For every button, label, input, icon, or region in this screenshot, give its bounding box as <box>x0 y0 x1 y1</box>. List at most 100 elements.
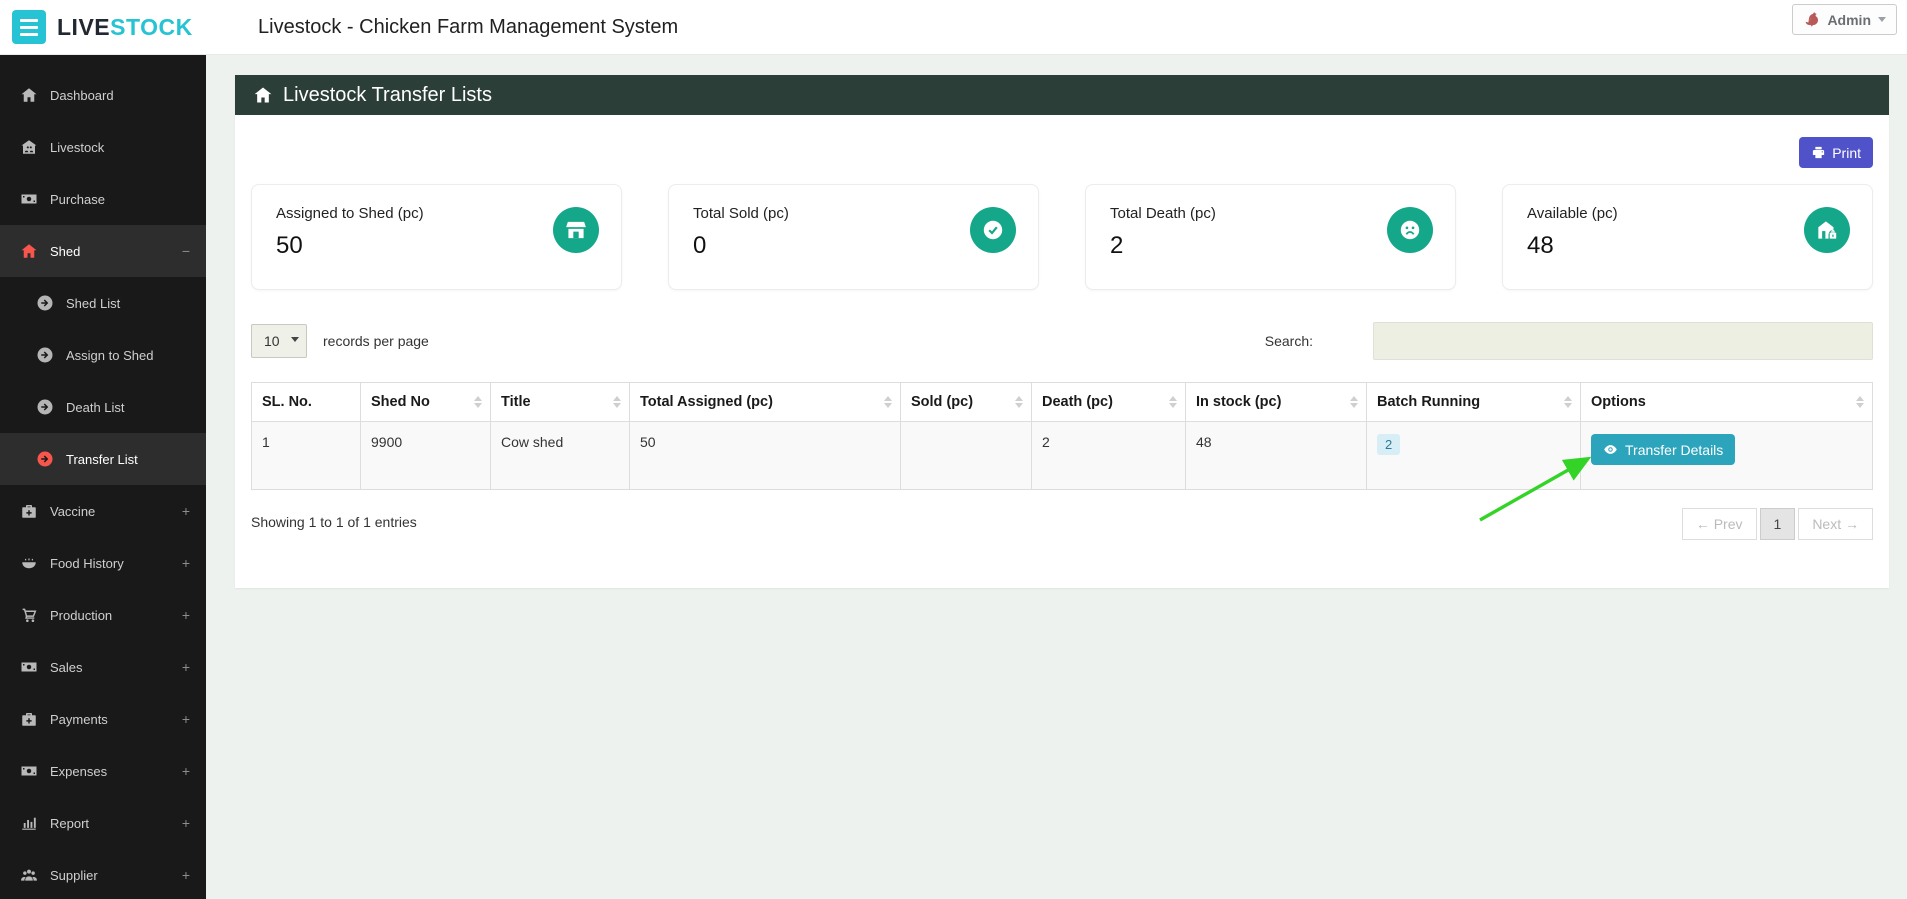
expand-icon: + <box>181 659 190 675</box>
sidebar-item-shed-list[interactable]: Shed List <box>0 277 206 329</box>
sidebar-item-expenses[interactable]: Expenses + <box>0 745 206 797</box>
banknote-icon <box>20 190 38 208</box>
page-1-button[interactable]: 1 <box>1759 508 1796 540</box>
column-header-options[interactable]: Options <box>1580 382 1873 422</box>
logo-live-text: LIVE <box>57 13 111 40</box>
column-label: Options <box>1591 394 1646 410</box>
column-header-batch-running[interactable]: Batch Running <box>1366 382 1581 422</box>
admin-name: Admin <box>1827 11 1871 28</box>
expand-icon: + <box>181 555 190 571</box>
column-label: Sold (pc) <box>911 394 974 410</box>
sidebar-item-livestock[interactable]: Livestock <box>0 121 206 173</box>
sidebar-item-supplier[interactable]: Supplier + <box>0 849 206 899</box>
column-label: Batch Running <box>1377 394 1481 410</box>
column-header-shed-no[interactable]: Shed No <box>360 382 491 422</box>
app-logo[interactable]: LIVESTOCK <box>57 14 193 41</box>
print-button[interactable]: Print <box>1799 137 1873 168</box>
cell-in-stock: 48 <box>1185 421 1367 490</box>
stat-label: Available (pc) <box>1527 205 1618 222</box>
sidebar-item-label: Shed List <box>66 295 121 311</box>
sidebar-item-label: Report <box>50 815 90 831</box>
sidebar-item-label: Supplier <box>50 867 98 883</box>
sidebar-item-purchase[interactable]: Purchase <box>0 173 206 225</box>
sidebar-item-food-history[interactable]: Food History + <box>0 537 206 589</box>
stat-label: Assigned to Shed (pc) <box>276 205 424 222</box>
transfer-table: SL. No. Shed No Title Total Assigned (pc… <box>251 382 1873 490</box>
sidebar-item-transfer-list[interactable]: Transfer List <box>0 433 206 485</box>
cell-title: Cow shed <box>490 421 630 490</box>
prev-page-button[interactable]: ← Prev <box>1681 508 1757 540</box>
stat-value: 0 <box>693 232 707 259</box>
panel-header: Livestock Transfer Lists <box>235 75 1889 115</box>
column-label: SL. No. <box>262 394 312 410</box>
column-header-title[interactable]: Title <box>490 382 630 422</box>
cell-sold <box>900 421 1032 490</box>
sidebar-item-label: Payments <box>50 711 108 727</box>
column-header-in-stock[interactable]: In stock (pc) <box>1185 382 1367 422</box>
stat-value: 50 <box>276 232 303 259</box>
cell-total-assigned: 50 <box>629 421 901 490</box>
table-controls: 10 records per page Search: <box>251 322 1873 360</box>
hamburger-menu-icon[interactable] <box>12 10 46 44</box>
sidebar-item-label: Purchase <box>50 191 105 207</box>
sidebar-item-report[interactable]: Report + <box>0 797 206 849</box>
check-circle-icon <box>970 207 1016 253</box>
eye-icon <box>1604 445 1617 454</box>
admin-dropdown[interactable]: Admin <box>1792 4 1897 35</box>
storefront-icon <box>553 207 599 253</box>
brand: LIVESTOCK <box>0 10 206 44</box>
sidebar-item-label: Vaccine <box>50 503 96 519</box>
banknote-icon <box>20 658 38 676</box>
bar-chart-icon <box>20 814 38 832</box>
sidebar-item-vaccine[interactable]: Vaccine + <box>0 485 206 537</box>
sidebar-item-label: Transfer List <box>66 451 138 467</box>
transfer-details-label: Transfer Details <box>1625 441 1724 458</box>
column-label: Shed No <box>371 394 430 410</box>
column-header-sold[interactable]: Sold (pc) <box>900 382 1032 422</box>
sidebar-item-label: Death List <box>66 399 125 415</box>
sidebar-item-assign-to-shed[interactable]: Assign to Shed <box>0 329 206 381</box>
sidebar-item-sales[interactable]: Sales + <box>0 641 206 693</box>
sort-icon <box>1856 396 1864 408</box>
collapse-icon: − <box>181 243 190 259</box>
sidebar-item-label: Livestock <box>50 139 105 155</box>
sidebar-item-production[interactable]: Production + <box>0 589 206 641</box>
sidebar-item-label: Food History <box>50 555 124 571</box>
column-header-total-assigned[interactable]: Total Assigned (pc) <box>629 382 901 422</box>
expand-icon: + <box>181 763 190 779</box>
stat-value: 48 <box>1527 232 1554 259</box>
medkit-icon <box>20 502 38 520</box>
stat-label: Total Sold (pc) <box>693 205 789 222</box>
frown-icon <box>1387 207 1433 253</box>
sidebar-item-dashboard[interactable]: Dashboard <box>0 69 206 121</box>
main-content: Livestock Transfer Lists Print Assigned … <box>206 55 1907 899</box>
users-icon <box>20 866 38 884</box>
cell-shed-no: 9900 <box>360 421 491 490</box>
sidebar-item-shed[interactable]: Shed − <box>0 225 206 277</box>
page-title: Livestock - Chicken Farm Management Syst… <box>258 15 679 38</box>
next-page-button[interactable]: Next → <box>1798 508 1873 540</box>
sidebar-item-death-list[interactable]: Death List <box>0 381 206 433</box>
sidebar: Dashboard Livestock Purchase Shed − Shed… <box>0 55 206 899</box>
logo-stock-text: STOCK <box>110 13 193 40</box>
stat-cards: Assigned to Shed (pc) 50 Total Sold (pc)… <box>251 184 1873 290</box>
sort-icon <box>474 396 482 408</box>
cell-sl-no: 1 <box>251 421 361 490</box>
sidebar-item-label: Assign to Shed <box>66 347 154 363</box>
records-per-page-select[interactable]: 10 <box>251 324 307 358</box>
column-header-death[interactable]: Death (pc) <box>1031 382 1186 422</box>
transfer-details-button[interactable]: Transfer Details <box>1591 434 1736 465</box>
printer-icon <box>1813 146 1825 159</box>
sidebar-item-label: Expenses <box>50 763 108 779</box>
table-row: 1 9900 Cow shed 50 2 48 2 Transfer Detai… <box>251 421 1873 490</box>
sidebar-item-payments[interactable]: Payments + <box>0 693 206 745</box>
sort-icon <box>884 396 892 408</box>
table-header-row: SL. No. Shed No Title Total Assigned (pc… <box>251 382 1873 422</box>
arrow-circle-right-icon <box>36 398 54 416</box>
sidebar-item-label: Production <box>50 607 113 623</box>
search-input[interactable] <box>1373 322 1873 360</box>
arrow-circle-right-icon <box>36 450 54 468</box>
expand-icon: + <box>181 607 190 623</box>
records-per-page-label: records per page <box>323 333 429 349</box>
cell-options: Transfer Details <box>1580 421 1873 490</box>
